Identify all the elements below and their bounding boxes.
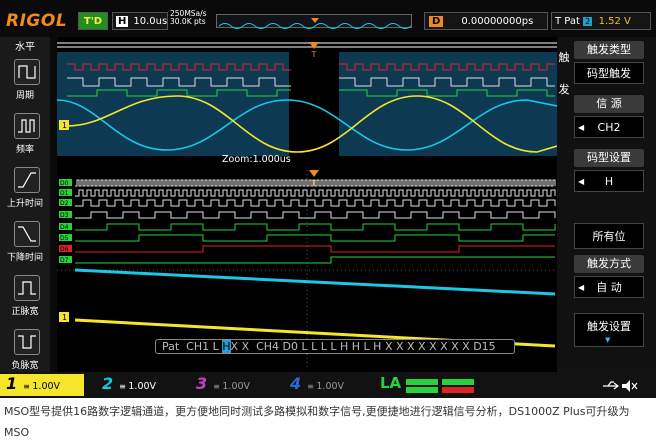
trigger-channel: 2 xyxy=(583,17,593,26)
d1-label: D1 xyxy=(60,190,69,197)
run-state-badge[interactable]: T'D xyxy=(78,12,108,30)
main-trigger-marker xyxy=(309,170,319,177)
overview-trigger-t: T xyxy=(311,50,317,59)
pattern-display: Pat CH1 L HX X CH4 D0 L L L L H H L H X … xyxy=(155,339,515,354)
image-caption: MSO型号提供16路数字逻辑通道，更方便地同时测试多路模拟和数字信号,更便捷地进… xyxy=(4,405,630,439)
trigger-position-marker xyxy=(311,18,319,23)
d2-label: D2 xyxy=(60,200,69,207)
t-label: T xyxy=(555,16,562,27)
la-channel-indicators xyxy=(406,378,475,393)
fall-time-icon xyxy=(18,226,36,242)
pattern-setting-select[interactable]: ◀ H xyxy=(574,170,644,192)
ch3-tab[interactable]: 3 ≡ 1.00V xyxy=(190,374,274,396)
frequency-icon xyxy=(18,119,35,133)
chevron-down-icon: ▼ xyxy=(605,336,611,344)
ch1-offset-label: 1 xyxy=(62,313,67,322)
positive-width-label: 正脉宽 xyxy=(11,307,39,317)
measure-menu-title: 水平 xyxy=(15,42,35,53)
d7-label: D7 xyxy=(60,257,69,264)
zoom-label: Zoom:1.000us xyxy=(222,154,291,165)
negative-width-button[interactable] xyxy=(14,329,40,355)
pattern-highlight: H xyxy=(222,340,231,353)
source-select[interactable]: ◀ CH2 xyxy=(574,116,644,138)
positive-width-icon xyxy=(18,281,36,295)
oscilloscope-display: RIGOL T'D H 10.0us 250MSa/s 30.0K pts D 0.0… xyxy=(0,0,656,398)
fall-time-label: 下降时间 xyxy=(6,253,43,263)
ch4-tab[interactable]: 4 ≡ 1.00V xyxy=(284,374,368,396)
frequency-button[interactable] xyxy=(14,113,40,139)
trigger-mode-select[interactable]: ◀ 自 动 xyxy=(574,276,644,298)
h-label: H xyxy=(116,16,129,27)
negative-width-icon xyxy=(18,335,36,349)
negative-width-label: 负脉宽 xyxy=(11,361,39,371)
measure-menu: 水平 周期 频率 上升时间 下降时间 正脉宽 负脉宽 xyxy=(0,37,50,372)
period-icon xyxy=(18,65,36,79)
period-label: 周期 xyxy=(15,91,34,101)
memory-points: 30.0K pts xyxy=(170,17,206,26)
timebase-box[interactable]: H 10.0us xyxy=(112,12,168,30)
timebase-value: 10.0us xyxy=(133,16,168,27)
la-tab[interactable]: LA xyxy=(376,374,496,396)
pattern-setting-title: 码型设置 xyxy=(574,149,644,167)
d5-label: D5 xyxy=(60,235,69,242)
fall-time-button[interactable] xyxy=(14,221,40,247)
digital-trace-d3 xyxy=(75,211,556,219)
d-label: D xyxy=(429,16,444,27)
digital-trace-d6 xyxy=(75,245,555,253)
d4-label: D4 xyxy=(60,224,69,231)
trigger-settings-button[interactable]: 触发设置 ▼ xyxy=(574,313,644,347)
digital-trace-d4 xyxy=(75,223,556,231)
pattern-suffix: X X CH4 D0 L L L L H H L H X X X X X X X… xyxy=(230,340,496,353)
d3-label: D3 xyxy=(60,212,69,219)
rise-time-label: 上升时间 xyxy=(6,199,43,209)
source-arrow-icon: ◀ xyxy=(578,123,585,132)
overview-trigger-marker xyxy=(309,42,319,49)
d0-label: D0 xyxy=(60,180,69,187)
trigger-type-select[interactable]: 码型触发 xyxy=(574,62,644,84)
digital-trace-d0 xyxy=(75,179,556,187)
trigger-type-title: 触发类型 xyxy=(574,41,644,59)
digital-trace-d2 xyxy=(75,199,556,207)
trigger-mode-title: 触发方式 xyxy=(574,255,644,273)
brand-logo: RIGOL xyxy=(6,11,68,31)
d6-label: D6 xyxy=(60,246,69,253)
speaker-mute-icon[interactable] xyxy=(620,378,640,394)
sample-rate-info: 250MSa/s 30.0K pts xyxy=(170,10,207,26)
ch2-tab[interactable]: 2 ≡ 1.00V xyxy=(96,374,180,396)
rise-time-button[interactable] xyxy=(14,167,40,193)
mode-arrow-icon: ◀ xyxy=(578,283,585,292)
frequency-label: 频率 xyxy=(15,145,34,155)
zoom-region xyxy=(289,52,339,156)
positive-width-button[interactable] xyxy=(14,275,40,301)
digital-trace-d1 xyxy=(75,189,556,197)
memory-overview-strip xyxy=(216,14,412,29)
trigger-menu-vertical-title: 触发 xyxy=(558,51,570,96)
digital-trace-d5 xyxy=(75,234,555,242)
trigger-level: 1.52 V xyxy=(598,16,631,27)
ch2-ramp xyxy=(74,268,556,296)
overview-ch1-label: 1 xyxy=(62,121,67,130)
memory-sine xyxy=(218,23,412,29)
rise-time-icon xyxy=(18,172,36,188)
zoom-overview-window: T 1 xyxy=(57,42,557,156)
source-title: 信 源 xyxy=(574,95,644,113)
trigger-type: Pat xyxy=(564,16,580,27)
digital-labels: D0 D1 D2 D3 D4 D5 D6 D7 xyxy=(59,179,72,264)
delay-box[interactable]: D 0.00000000ps xyxy=(424,12,548,30)
digital-traces xyxy=(75,179,556,264)
pattern-arrow-icon: ◀ xyxy=(578,177,585,186)
delay-value: 0.00000000ps xyxy=(461,16,534,27)
trigger-status-box[interactable]: T Pat 2 1.52 V xyxy=(551,12,651,30)
memory-waveform xyxy=(218,18,412,29)
all-bits-button[interactable]: 所有位 xyxy=(574,223,644,249)
ch1-tab[interactable]: 1 ≡ 1.00V xyxy=(0,374,84,396)
digital-trace-d7 xyxy=(75,256,555,264)
period-button[interactable] xyxy=(14,59,40,85)
pattern-prefix: Pat CH1 L xyxy=(162,340,223,353)
